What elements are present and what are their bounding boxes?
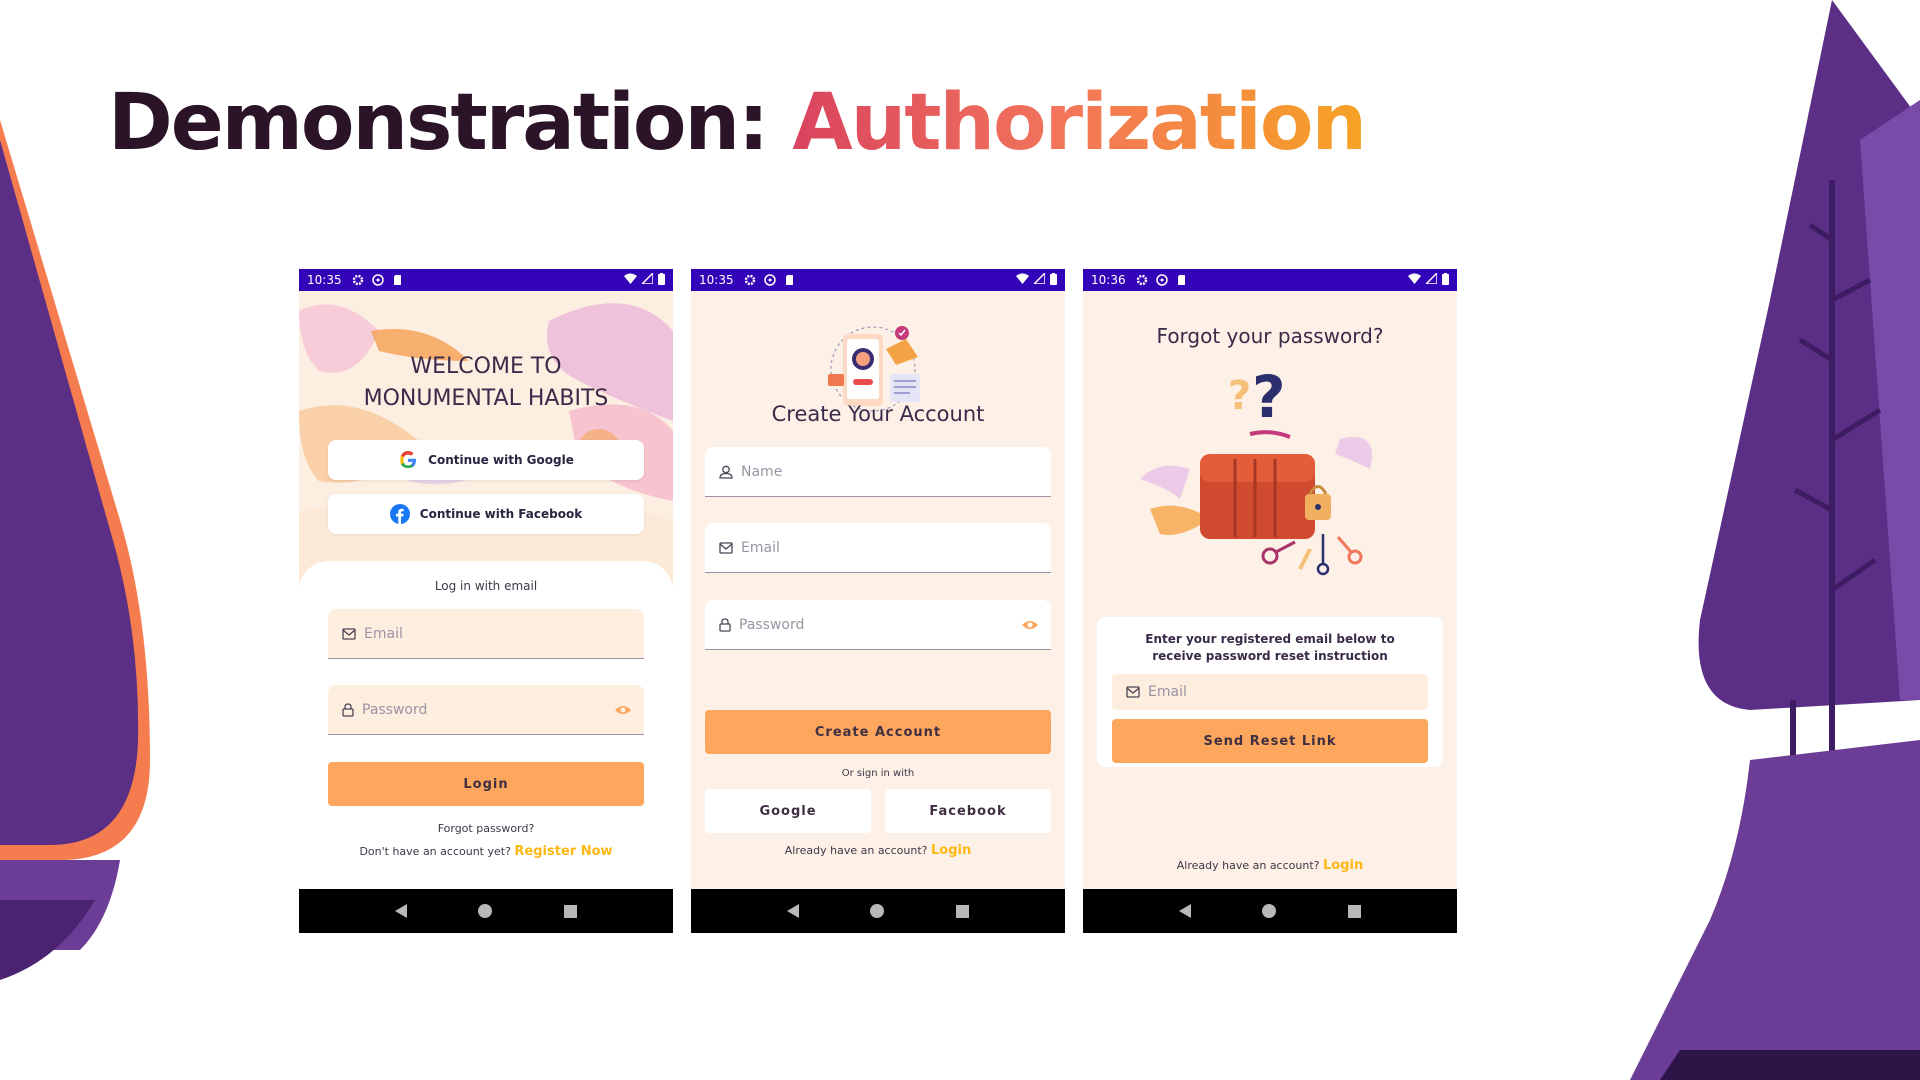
create-account-title: Create Your Account [771,402,985,426]
login-prompt: Already have an account? Login [1083,858,1457,873]
svg-text:?: ? [1252,363,1286,431]
login-password-field[interactable]: Password [328,685,644,735]
google-signin-button[interactable]: Google [705,789,871,833]
locked-chest-illustration: ? ? [1140,363,1372,576]
android-nav-bar [691,889,1065,933]
facebook-icon [389,504,410,524]
register-screen: 10:35 Create Your Account Name Email Pas… [691,269,1065,933]
android-nav-bar [1083,889,1457,933]
no-account-text: Don't have an account yet? [359,845,511,858]
register-name-field[interactable]: Name [705,447,1051,497]
register-password-placeholder: Password [739,616,805,633]
status-time: 10:35 [699,273,734,287]
register-prompt: Don't have an account yet? Register Now [299,844,673,859]
mail-icon [342,627,356,640]
reset-email-placeholder: Email [1148,684,1187,700]
login-email-placeholder: Email [364,625,403,642]
status-bar: 10:35 [691,269,1065,291]
gear-icon [744,274,756,286]
signal-icon [1424,271,1438,287]
login-button[interactable]: Login [328,762,644,806]
signal-icon [1032,271,1046,287]
register-password-field[interactable]: Password [705,600,1051,650]
home-icon[interactable] [870,904,885,918]
gear-icon [1136,274,1148,286]
mail-icon [1126,686,1140,698]
slide-title-part2: Authorization [792,78,1367,168]
recents-icon[interactable] [1348,904,1362,918]
continue-facebook-label: Continue with Facebook [419,507,583,521]
battery-icon [1050,272,1057,288]
or-sign-in-label: Or sign in with [841,768,915,779]
forgot-password-screen: 10:36 Forgot your password? ? ? Enter yo… [1083,269,1457,933]
register-email-field[interactable]: Email [705,523,1051,573]
login-screen: 10:35 WELCOME TO MONUMENTAL HABITS Conti… [299,269,673,933]
welcome-title: WELCOME TO MONUMENTAL HABITS [299,351,673,415]
wifi-icon [624,273,637,287]
signal-icon [640,271,654,287]
status-bar: 10:36 [1083,269,1457,291]
forgot-password-title: Forgot your password? [1156,324,1384,348]
sd-card-icon [392,274,404,286]
recents-icon[interactable] [564,904,578,918]
welcome-title-line1: WELCOME TO [410,354,562,379]
gear-icon [352,274,364,286]
send-reset-link-button[interactable]: Send Reset Link [1112,719,1428,763]
mail-icon [719,541,733,554]
facebook-signin-button[interactable]: Facebook [885,789,1051,833]
create-account-button[interactable]: Create Account [705,710,1051,754]
sd-card-icon [784,274,796,286]
battery-icon [658,272,665,288]
continue-google-button[interactable]: Continue with Google [328,440,644,480]
email-section-label: Log in with email [434,579,538,593]
register-name-placeholder: Name [741,463,783,480]
google-icon [400,451,417,468]
wifi-icon [1016,273,1029,287]
svg-text:?: ? [1228,373,1251,419]
slide-title: Demonstration: Authorization [108,78,1367,168]
forgot-password-link[interactable]: Forgot password? [299,822,673,835]
status-bar: 10:35 [299,269,673,291]
lock-icon [719,617,731,632]
welcome-illustration [299,291,673,581]
lock-icon [342,702,354,717]
slide-title-part1: Demonstration: [108,78,793,168]
sd-card-icon [1176,274,1188,286]
login-link[interactable]: Login [1323,858,1363,873]
continue-facebook-button[interactable]: Continue with Facebook [328,494,644,534]
android-nav-bar [299,889,673,933]
right-tree-decoration [1630,0,1920,1080]
register-email-placeholder: Email [741,539,780,556]
login-password-placeholder: Password [362,701,428,718]
show-password-icon[interactable] [614,704,632,716]
login-prompt: Already have an account? Login [691,843,1065,858]
back-icon[interactable] [394,904,407,918]
status-time: 10:36 [1091,273,1126,287]
have-account-text: Already have an account? [1176,859,1320,872]
recents-icon[interactable] [956,904,970,918]
register-now-link[interactable]: Register Now [514,844,612,859]
login-link[interactable]: Login [931,843,971,858]
home-icon[interactable] [1262,904,1277,918]
accessibility-icon [371,274,384,286]
user-icon [719,465,733,479]
have-account-text: Already have an account? [784,844,928,857]
wifi-icon [1408,273,1421,287]
welcome-title-line2: MONUMENTAL HABITS [363,386,609,411]
reset-instruction: Enter your registered email below to rec… [1145,632,1395,663]
continue-google-label: Continue with Google [428,453,574,467]
login-email-field[interactable]: Email [328,609,644,659]
battery-icon [1442,272,1449,288]
status-time: 10:35 [307,273,342,287]
accessibility-icon [763,274,776,286]
home-icon[interactable] [478,904,493,918]
reset-email-field[interactable]: Email [1112,674,1428,710]
back-icon[interactable] [786,904,799,918]
show-password-icon[interactable] [1021,619,1039,631]
back-icon[interactable] [1178,904,1191,918]
accessibility-icon [1155,274,1168,286]
